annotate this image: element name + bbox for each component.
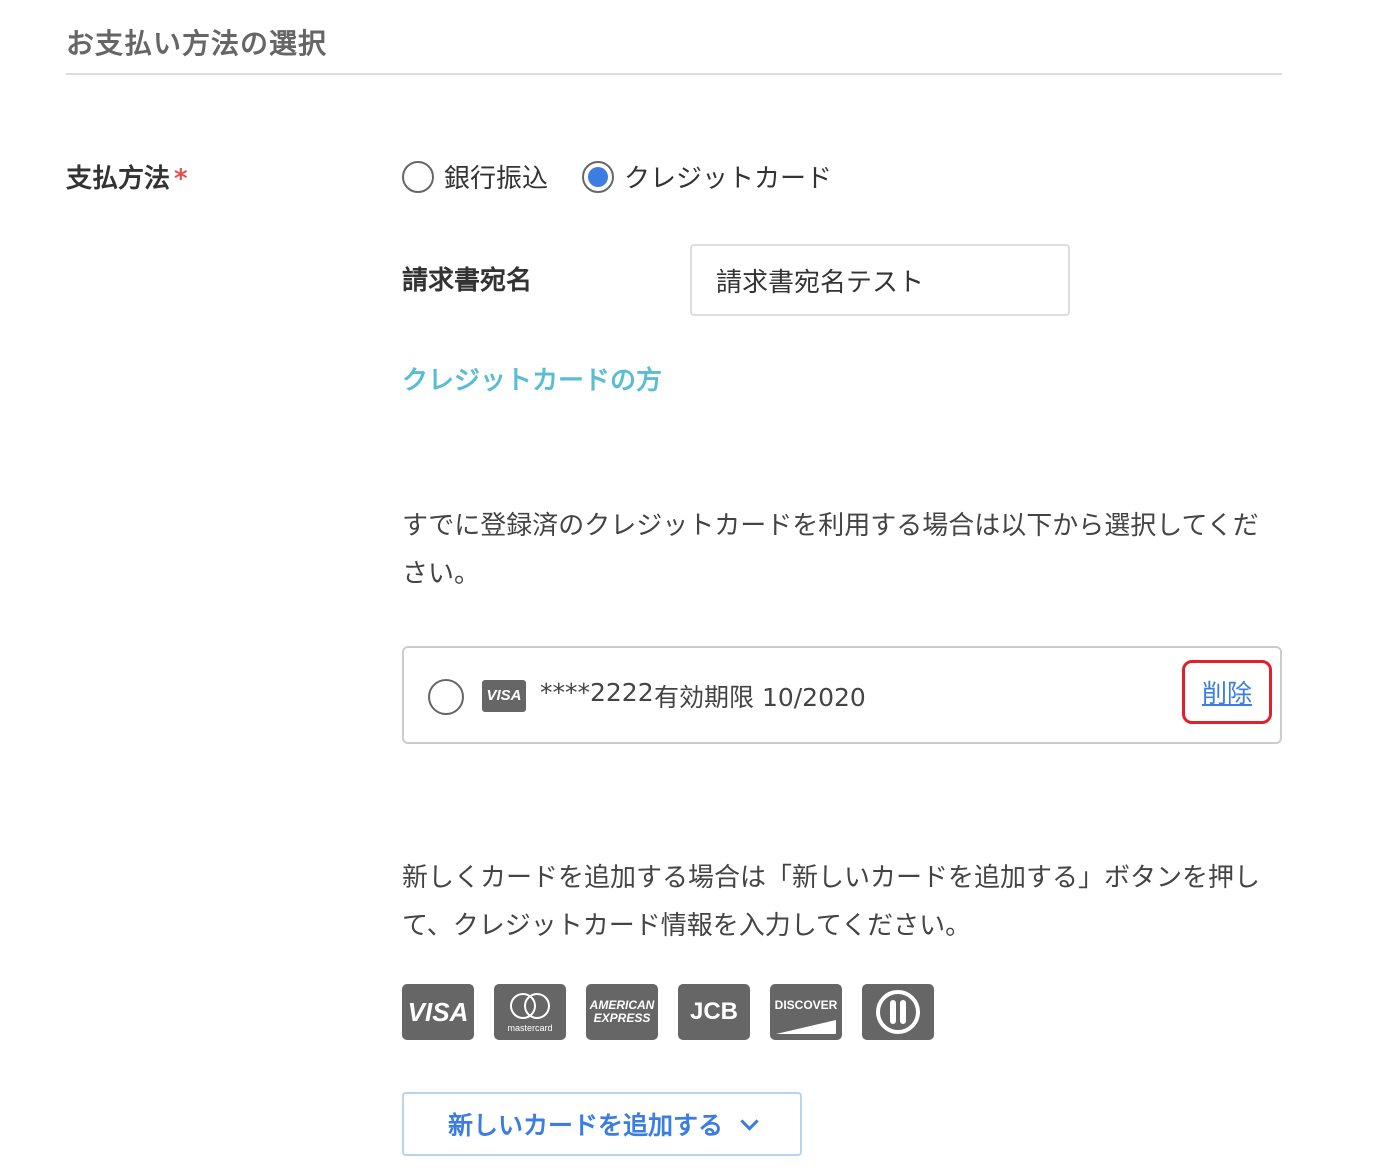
payment-method-label-text: 支払方法: [66, 164, 171, 194]
add-new-card-label: 新しいカードを追加する: [447, 1111, 723, 1140]
saved-card-radio[interactable]: [428, 679, 464, 715]
radio-bank-transfer[interactable]: [402, 160, 434, 193]
saved-card-number: ****2222: [540, 678, 654, 707]
mastercard-icon: mastercard: [494, 984, 566, 1040]
saved-card-expiry: 有効期限 10/2020: [654, 683, 866, 712]
discover-icon: DISCOVER: [770, 984, 842, 1040]
mastercard-label: mastercard: [507, 1023, 553, 1033]
amex-icon: AMERICAN EXPRESS: [586, 984, 658, 1040]
radio-label-bank-transfer: 銀行振込: [444, 164, 549, 194]
accepted-brands: VISA mastercard AMERICAN EXPRESS JCB DIS…: [402, 984, 934, 1040]
jcb-icon: JCB: [678, 984, 750, 1040]
radio-label-credit-card: クレジットカード: [624, 164, 833, 194]
chevron-down-icon: [740, 1111, 759, 1131]
saved-cards-instructions: すでに登録済のクレジットカードを利用する場合は以下から選択してください。: [402, 511, 1259, 589]
required-mark: *: [174, 164, 188, 194]
invoice-name-input[interactable]: [690, 244, 1070, 316]
visa-icon: VISA: [482, 680, 526, 712]
invoice-name-label: 請求書宛名: [402, 266, 533, 296]
visa-icon: VISA: [402, 984, 474, 1040]
delete-card-link[interactable]: 削除: [1182, 660, 1272, 724]
diners-ring: [876, 990, 920, 1034]
payment-method-label: 支払方法 *: [66, 158, 188, 195]
payment-method-radio-group: 銀行振込 クレジットカード: [402, 158, 832, 195]
radio-option-bank-transfer[interactable]: 銀行振込: [402, 158, 548, 195]
radio-option-credit-card[interactable]: クレジットカード: [582, 158, 832, 195]
add-new-card-button[interactable]: 新しいカードを追加する: [402, 1092, 802, 1156]
new-card-instructions: 新しくカードを追加する場合は「新しいカードを追加する」ボタンを押して、クレジット…: [402, 863, 1261, 941]
section-title: お支払い方法の選択: [66, 27, 328, 60]
radio-credit-card[interactable]: [582, 160, 615, 193]
mastercard-circles: [508, 993, 552, 1021]
saved-card-row[interactable]: VISA ****2222 有効期限 10/2020 削除: [402, 646, 1282, 744]
section-divider: [66, 73, 1282, 75]
credit-card-heading: クレジットカードの方: [402, 366, 663, 396]
diners-icon: [862, 984, 934, 1040]
